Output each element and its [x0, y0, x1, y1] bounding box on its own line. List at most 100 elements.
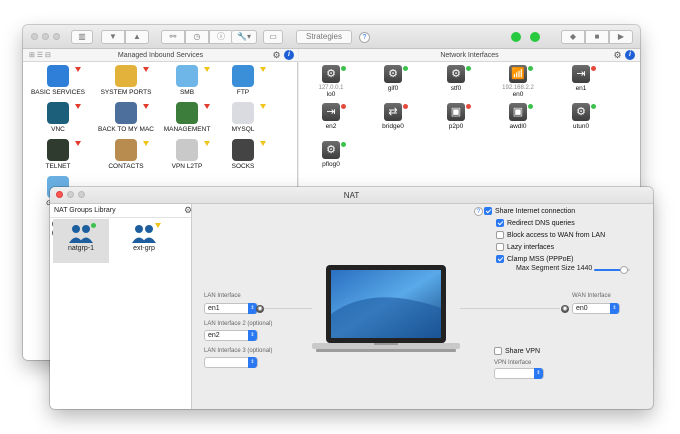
checkbox-checked [484, 207, 492, 215]
block-wan-checkbox[interactable]: Block access to WAN from LAN [496, 231, 605, 239]
status-dot [403, 66, 408, 71]
zoom-window-button[interactable] [53, 33, 60, 40]
service-label: SYSTEM PORTS [100, 89, 152, 96]
checkbox-unchecked [494, 347, 502, 355]
stepper-icon: ⇕ [534, 368, 543, 379]
interface-icon: ⚙ [572, 103, 590, 121]
imac-icon [115, 102, 137, 124]
service-label: MYSQL [231, 126, 255, 133]
group-item-ext-grp[interactable]: ext-grp [116, 219, 172, 263]
interface-item-lo0[interactable]: ⚙ 127.0.0.1 lo0 [307, 65, 355, 98]
lan-interface-label: LAN Interface [204, 293, 241, 299]
info-icon[interactable]: i [284, 50, 294, 60]
wrench-menu-button[interactable]: 🔧▾ [231, 30, 257, 44]
slider-knob[interactable] [619, 266, 628, 274]
lan-connector-line [264, 308, 312, 309]
sidebar-toggle-button[interactable]: ▥ [71, 30, 93, 44]
wan-interface-select[interactable]: en0 ⇕ [572, 303, 620, 314]
move-up-button[interactable]: ▲ [125, 30, 149, 44]
gear-icon[interactable]: ⚙ [613, 51, 622, 60]
service-item-basic-services[interactable]: BASIC SERVICES [25, 65, 91, 96]
help-button[interactable]: ? [359, 32, 370, 43]
service-item-telnet[interactable]: TELNET [25, 139, 91, 170]
vpn-interface-select[interactable]: ⇕ [494, 368, 544, 379]
interface-item-en0[interactable]: 📶 192.168.2.2 en0 [494, 65, 542, 98]
status-flag [75, 141, 81, 146]
play-icon[interactable]: ▶ [609, 30, 633, 44]
interface-item-pflog0[interactable]: ⚙ pflog0 [307, 141, 355, 168]
interface-item-bridge0[interactable]: ⇄ bridge0 [369, 103, 417, 130]
service-item-contacts[interactable]: CONTACTS [93, 139, 159, 170]
zoom-window-button[interactable] [78, 191, 85, 198]
info-icon[interactable]: i [625, 50, 635, 60]
lan-interface-3-label: LAN Interface 3 (optional) [204, 348, 273, 354]
interface-label: gif0 [387, 85, 399, 92]
mss-row: Max Segment Size 1440 [516, 265, 592, 272]
lan-interface-select[interactable]: en1 ⇕ [204, 303, 258, 314]
inbound-pane-header: ⊞ ☰ ⊟ Managed Inbound Services ⚙ i [23, 49, 298, 62]
interface-item-utun0[interactable]: ⚙ utun0 [557, 103, 605, 130]
status-dot [528, 66, 533, 71]
close-window-button[interactable] [56, 191, 63, 198]
service-label: TELNET [45, 163, 71, 170]
interface-label: en1 [575, 85, 587, 92]
share-vpn-checkbox[interactable]: Share VPN [494, 347, 540, 355]
lock-icon [176, 139, 198, 161]
gear-icon[interactable]: ⚙ [272, 51, 281, 60]
share-internet-checkbox[interactable]: Share Internet connection [484, 207, 575, 215]
status-flag [143, 104, 149, 109]
interface-label: bridge0 [382, 123, 404, 130]
view-toggle-icon[interactable]: ⊞ ☰ ⊟ [29, 49, 51, 62]
clamp-mss-checkbox[interactable]: Clamp MSS (PPPoE) [496, 255, 574, 263]
minimize-window-button[interactable] [67, 191, 74, 198]
service-label: FTP [236, 89, 250, 96]
service-item-mysql[interactable]: MYSQL [210, 102, 276, 133]
move-down-button[interactable]: ▼ [101, 30, 125, 44]
status-dot [341, 142, 346, 147]
service-item-ftp[interactable]: FTP [210, 65, 276, 96]
service-item-back-to-my-mac[interactable]: BACK TO MY MAC [93, 102, 159, 133]
gear-icon[interactable]: ⚙ [184, 206, 193, 215]
status-flag [260, 67, 266, 72]
service-label: CONTACTS [108, 163, 144, 170]
strategies-button[interactable]: Strategies [296, 30, 352, 44]
info-icon[interactable]: ⓘ [209, 30, 233, 44]
service-item-system-ports[interactable]: SYSTEM PORTS [93, 65, 159, 96]
mss-slider[interactable] [594, 266, 630, 274]
link-icon[interactable]: ⚯ [161, 30, 185, 44]
interface-icon: ⇥ [572, 65, 590, 83]
mss-label: Max Segment Size [516, 265, 575, 272]
save-icon[interactable]: ▭ [263, 30, 283, 44]
group-users-icon [68, 223, 96, 243]
lan-interface-3-select[interactable]: ⇕ [204, 357, 258, 368]
mss-value: 1440 [576, 265, 593, 272]
status-flag [260, 141, 266, 146]
checkbox-label: Share Internet connection [495, 207, 576, 215]
interface-item-p2p0[interactable]: ▣ p2p0 [432, 103, 480, 130]
service-item-vnc[interactable]: VNC [25, 102, 91, 133]
clock-icon[interactable]: ◷ [185, 30, 209, 44]
interface-icon: ⇥ [322, 103, 340, 121]
close-window-button[interactable] [31, 33, 38, 40]
help-button[interactable]: ? [474, 207, 483, 216]
status-dot [466, 66, 471, 71]
minimize-window-button[interactable] [42, 33, 49, 40]
service-item-socks[interactable]: SOCKS [210, 139, 276, 170]
lan-interface-2-select[interactable]: en2 ⇕ [204, 330, 258, 341]
interface-item-gif0[interactable]: ⚙ gif0 [369, 65, 417, 92]
inbound-pane-title: Managed Inbound Services [117, 52, 204, 59]
interface-item-en2[interactable]: ⇥ en2 [307, 103, 355, 130]
interface-label: lo0 [326, 91, 336, 98]
lazy-interfaces-checkbox[interactable]: Lazy interfaces [496, 243, 554, 251]
interface-label: en0 [512, 91, 524, 98]
stop-icon[interactable]: ■ [585, 30, 609, 44]
interface-item-en1[interactable]: ⇥ en1 [557, 65, 605, 92]
interface-item-awdl0[interactable]: ▣ awdl0 [494, 103, 542, 130]
group-item-natgrp-1[interactable]: natgrp-1 [53, 219, 109, 263]
interface-item-stf0[interactable]: ⚙ stf0 [432, 65, 480, 92]
diamond-icon[interactable]: ◆ [561, 30, 585, 44]
finder-icon [47, 65, 69, 87]
redirect-dns-checkbox[interactable]: Redirect DNS queries [496, 219, 575, 227]
network-pane-header: Network Interfaces ⚙ i [299, 49, 640, 62]
service-label: BASIC SERVICES [30, 89, 86, 96]
